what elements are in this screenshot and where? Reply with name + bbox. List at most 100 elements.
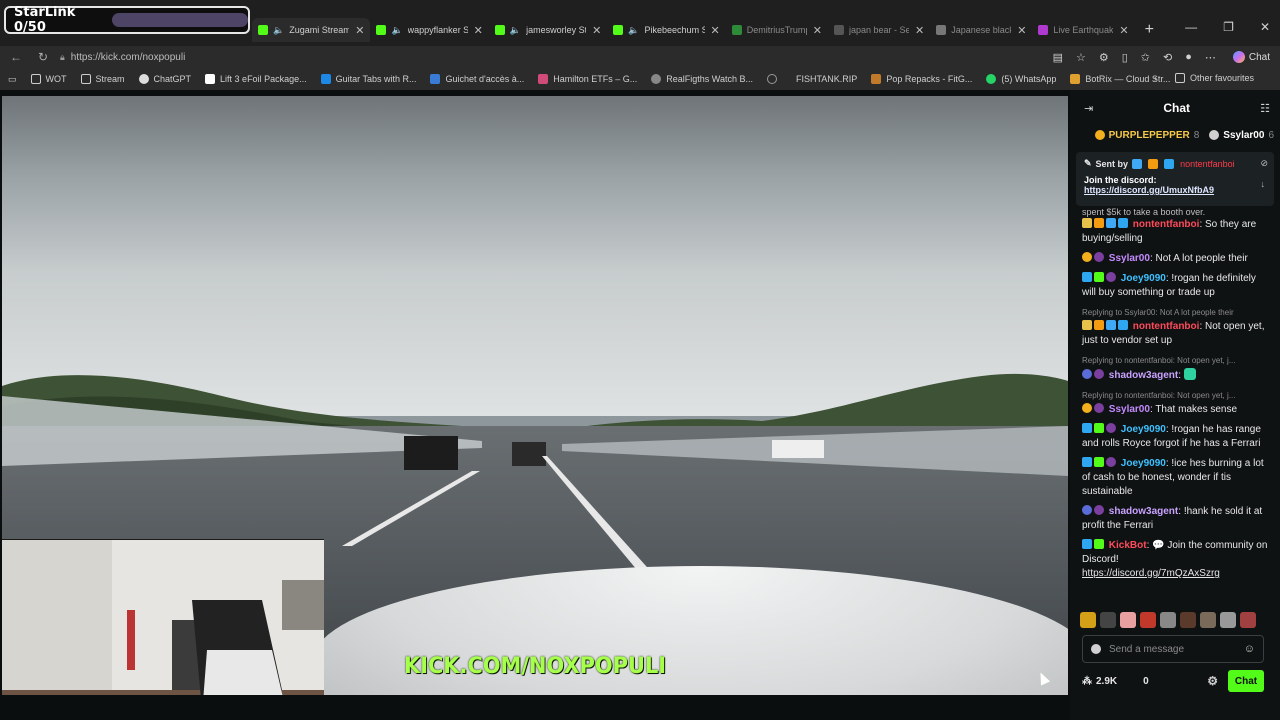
- bookmark-guitar-tabs[interactable]: Guitar Tabs with R...: [320, 74, 416, 84]
- history-icon[interactable]: ⟲: [1163, 51, 1172, 64]
- send-chat-button[interactable]: Chat: [1228, 670, 1264, 692]
- copilot-button[interactable]: Chat: [1232, 51, 1270, 63]
- bookmark-chatgpt[interactable]: ChatGPT: [138, 74, 191, 84]
- more-icon[interactable]: ⋯: [1205, 51, 1216, 64]
- emote-icon[interactable]: [1240, 612, 1256, 628]
- emote-icon[interactable]: [1080, 612, 1096, 628]
- minimize-icon[interactable]: —: [1185, 20, 1197, 34]
- chat-text: Not A lot people their: [1155, 253, 1248, 264]
- badge-icon: [1094, 457, 1104, 467]
- tab-jamesworley[interactable]: 🔈 jamesworley St ✕: [489, 18, 607, 42]
- emote-icon[interactable]: [1220, 612, 1236, 628]
- close-icon[interactable]: ✕: [474, 24, 483, 37]
- emote-icon[interactable]: [1140, 612, 1156, 628]
- badge-icon: [1082, 403, 1092, 413]
- chat-link[interactable]: https://discord.gg/7mQzAxSzrg: [1082, 568, 1220, 579]
- bookmark-pop-repacks[interactable]: Pop Repacks - FitG...: [871, 74, 972, 84]
- pinned-sender[interactable]: nontentfanboi: [1180, 159, 1235, 169]
- back-icon[interactable]: ←: [10, 50, 22, 64]
- kick-icon: [376, 25, 387, 35]
- emote-icon[interactable]: [1200, 612, 1216, 628]
- tab-zugami[interactable]: 🔈 Zugami Stream ✕: [252, 18, 371, 42]
- speaker-icon[interactable]: 🔈: [273, 25, 284, 36]
- emote-icon[interactable]: [1120, 612, 1136, 628]
- reply-context[interactable]: Replying to nontentfanboi: Not open yet,…: [1082, 354, 1272, 368]
- bookmark-lift[interactable]: Lift 3 eFoil Package...: [205, 74, 307, 84]
- commands-icon[interactable]: [1091, 644, 1101, 654]
- bookmark-wot[interactable]: WOT: [30, 74, 67, 84]
- chat-username[interactable]: Ssylar00: [1109, 404, 1150, 415]
- lock-icon[interactable]: 🔒︎: [60, 52, 65, 63]
- chat-username[interactable]: KickBot: [1109, 540, 1147, 551]
- chat-username[interactable]: shadow3agent: [1109, 506, 1178, 517]
- emote-icon[interactable]: [1180, 612, 1196, 628]
- chat-username[interactable]: nontentfanboi: [1133, 321, 1200, 332]
- chat-username[interactable]: nontentfanboi: [1133, 219, 1200, 230]
- pinned-link[interactable]: https://discord.gg/UmuxNfbA9: [1084, 185, 1266, 195]
- bookmark-stream[interactable]: Stream: [80, 74, 125, 84]
- close-icon[interactable]: ✕: [711, 24, 720, 37]
- reading-view-icon[interactable]: ▤: [1053, 51, 1063, 64]
- reply-context[interactable]: Replying to Ssylar00: Not A lot people t…: [1082, 306, 1272, 320]
- bookmark-hamilton[interactable]: Hamilton ETFs – G...: [538, 74, 637, 84]
- url-field[interactable]: 🔒︎ https://kick.com/noxpopuli: [60, 52, 1053, 63]
- bookmark-realfigths[interactable]: RealFigths Watch B...: [651, 74, 753, 84]
- restore-icon[interactable]: ❐: [1223, 20, 1234, 34]
- gear-icon[interactable]: ⚙: [1207, 674, 1218, 688]
- close-icon[interactable]: ✕: [592, 24, 601, 37]
- chat-username[interactable]: shadow3agent: [1109, 370, 1178, 381]
- other-favourites[interactable]: Other favourites: [1174, 73, 1254, 83]
- tab-japan-bear-search[interactable]: japan bear - Search ✕: [828, 18, 930, 42]
- tab-live-earthquake[interactable]: Live Earthquake Trac ✕: [1032, 18, 1134, 42]
- tab-japanese-black-bear[interactable]: Japanese black bear ✕: [930, 18, 1032, 42]
- speaker-icon[interactable]: 🔈: [510, 25, 521, 36]
- favorites-icon[interactable]: ✩: [1141, 51, 1150, 64]
- chat-username[interactable]: Joey9090: [1121, 273, 1166, 284]
- bookmark-fishtank[interactable]: FISHTANK.RIP: [796, 74, 857, 84]
- leader-count: 8: [1193, 129, 1200, 141]
- bookmark-whatsapp[interactable]: (5) WhatsApp: [986, 74, 1056, 84]
- chat-username[interactable]: Ssylar00: [1109, 253, 1150, 264]
- bookmarks-menu-icon[interactable]: ▭: [8, 74, 17, 85]
- badge-icon: [1164, 158, 1175, 169]
- profile-icon[interactable]: ●: [1185, 51, 1192, 63]
- chat-username[interactable]: Joey9090: [1121, 458, 1166, 469]
- collapse-chat-icon[interactable]: ⇥: [1084, 102, 1093, 115]
- chat-message: Replying to nontentfanboi: Not open yet,…: [1082, 354, 1272, 383]
- chat-username[interactable]: Joey9090: [1121, 424, 1166, 435]
- emoji-icon[interactable]: ☺: [1244, 643, 1255, 655]
- extensions-icon[interactable]: ⚙: [1099, 51, 1109, 64]
- favorite-star-icon[interactable]: ☆: [1076, 51, 1086, 64]
- chat-settings-icon[interactable]: ☷: [1260, 102, 1270, 115]
- leader-item[interactable]: PURPLEPEPPER 8: [1094, 129, 1200, 141]
- chevron-right-icon[interactable]: ›: [1154, 73, 1157, 83]
- leader-item[interactable]: Ssylar00 6: [1209, 130, 1274, 141]
- emote-icon[interactable]: [1160, 612, 1176, 628]
- split-screen-icon[interactable]: ▯: [1122, 51, 1128, 64]
- channel-points[interactable]: 0: [1143, 676, 1149, 687]
- tab-pikebeechum[interactable]: 🔈 Pikebeechum St ✕: [607, 18, 725, 42]
- refresh-icon[interactable]: ↻: [38, 50, 48, 64]
- close-icon[interactable]: ✕: [813, 24, 822, 37]
- tab-demitriustrump[interactable]: DemitriusTrump Stre ✕: [726, 18, 828, 42]
- speaker-icon[interactable]: 🔈: [628, 25, 639, 36]
- kick-icon: [731, 25, 742, 35]
- window-close-icon[interactable]: ✕: [1260, 20, 1270, 34]
- chat-header: ⇥ Chat ☷: [1070, 90, 1280, 126]
- new-tab-icon[interactable]: +: [1145, 21, 1154, 39]
- close-icon[interactable]: ✕: [1017, 24, 1026, 37]
- speaker-icon[interactable]: 🔈: [391, 25, 402, 36]
- close-icon[interactable]: ✕: [915, 24, 924, 37]
- expand-pinned-icon[interactable]: ↓: [1260, 179, 1268, 189]
- bookmark-guichet[interactable]: Guichet d'accès à...: [430, 74, 524, 84]
- emote-icon[interactable]: [1100, 612, 1116, 628]
- bookmark-globe[interactable]: [766, 74, 782, 84]
- tab-wappyflanker[interactable]: 🔈 wappyflanker St ✕: [370, 18, 488, 42]
- reply-context[interactable]: Replying to nontentfanboi: Not open yet,…: [1082, 389, 1272, 403]
- unpin-icon[interactable]: ⊘: [1260, 158, 1268, 169]
- close-icon[interactable]: ✕: [1119, 24, 1128, 37]
- bookmark-label: Guichet d'accès à...: [445, 74, 525, 84]
- close-icon[interactable]: ✕: [355, 24, 364, 37]
- video-player[interactable]: KICK.COM/NOXPOPULI: [2, 96, 1068, 695]
- chat-message-input[interactable]: Send a message ☺: [1082, 635, 1264, 663]
